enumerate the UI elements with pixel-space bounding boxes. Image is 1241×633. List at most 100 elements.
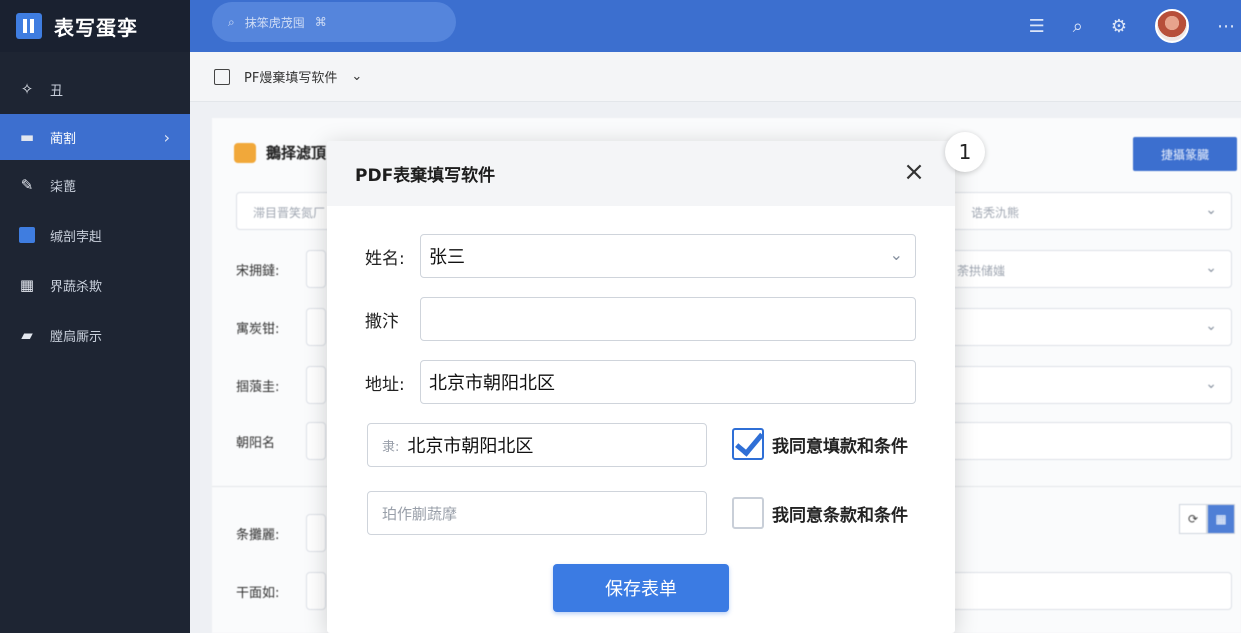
chevron-down-icon: ⌄ [1205, 260, 1217, 276]
address-secondary-prefix: 隶: [382, 439, 400, 455]
bg-row-field[interactable] [306, 308, 326, 346]
name-value: 张三 [429, 247, 465, 268]
chevron-down-icon[interactable]: ⌄ [351, 69, 362, 84]
bg-row-label: 宋拥鐽: [236, 263, 280, 279]
card-title-text: 鵝择滤頂 [266, 144, 327, 162]
address-input[interactable]: 北京市朝阳北区 [420, 360, 916, 404]
bg-row-label: 条攤麗: [236, 527, 280, 543]
top-bar: ⌕ 抹笨虎茂囤 ⌘ ☰ ⌕ ⚙ ⋯ [190, 0, 1241, 52]
search-icon: ⌕ [228, 14, 235, 29]
background-action-button[interactable]: 捷攝篆臓 [1133, 137, 1237, 171]
sidebar-item-label: 缄剖孛赳 [50, 229, 103, 245]
menu-icon[interactable]: ☰ [1029, 16, 1045, 37]
address-secondary-value: 北京市朝阳北区 [407, 436, 534, 457]
bg-row-field[interactable] [306, 366, 326, 404]
address-label: 地址: [365, 374, 405, 395]
name-row: 姓名: 张三 ⌄ [365, 234, 916, 278]
agree-terms-row-2[interactable]: 我同意条款和条件 [732, 497, 908, 529]
search-input[interactable]: ⌕ 抹笨虎茂囤 ⌘ [212, 2, 456, 42]
sidebar-item-label: 丑 [50, 83, 64, 99]
document-icon [214, 68, 230, 85]
sidebar-item-2[interactable]: ▬ 蔺割 › [0, 114, 190, 160]
field2-input[interactable] [420, 297, 916, 341]
bg-row-field-right[interactable]: 荼拱储媸 ⌄ [942, 250, 1232, 288]
bg-row-field-right[interactable] [942, 422, 1232, 460]
sidebar-item-label: 界蔬杀欺 [50, 279, 103, 295]
sidebar-item-label: 柒蓖 [50, 179, 77, 195]
dialog-title: PDF表棄填写软件 [355, 166, 496, 186]
settings-icon[interactable]: ⚙ [1111, 16, 1127, 37]
search-shortcut: ⌘ [314, 15, 327, 29]
bg-row-field[interactable] [306, 422, 326, 460]
sidebar-item-label: 蔺割 [50, 131, 77, 147]
breadcrumb-label[interactable]: PF熳棄填写软件 [244, 67, 337, 86]
sidebar-item-3[interactable]: ✎ 柒蓖 [0, 160, 190, 210]
breadcrumb: PF熳棄填写软件 ⌄ [190, 52, 1241, 102]
sidebar-item-5[interactable]: ▦ 界蔬杀欺 [0, 260, 190, 310]
app-logo-icon [16, 13, 42, 39]
bg-row-label: 掴蒗圭: [236, 379, 280, 395]
bg-row-field[interactable] [306, 514, 326, 552]
field2-label: 撒汴 [365, 311, 399, 332]
bg-row-field-right[interactable] [942, 572, 1232, 610]
square-icon [18, 226, 36, 244]
bg-row-label: 干面如: [236, 585, 280, 601]
chevron-down-icon: ⌄ [1205, 376, 1217, 392]
top-icons: ☰ ⌕ ⚙ ⋯ [1029, 0, 1241, 52]
bg-row-field[interactable] [306, 572, 326, 610]
avatar[interactable] [1155, 9, 1189, 43]
close-icon[interactable]: × [901, 159, 927, 185]
bg-row-field-right[interactable]: ⌄ [942, 366, 1232, 404]
agree-label-2: 我同意条款和条件 [772, 505, 908, 526]
sidebar-item-4[interactable]: 缄剖孛赳 [0, 210, 190, 260]
save-form-button[interactable]: 保存表单 [553, 564, 729, 612]
name-select[interactable]: 张三 ⌄ [420, 234, 916, 278]
name-label: 姓名: [365, 248, 405, 269]
edit-icon: ✎ [20, 176, 34, 194]
search-icon[interactable]: ⌕ [1073, 16, 1083, 37]
dialog-header: PDF表棄填写软件 [327, 141, 955, 206]
agree-checkbox-unchecked[interactable] [732, 497, 764, 529]
more-icon[interactable]: ⋯ [1217, 16, 1235, 37]
brand: 表写蛋孪 [0, 0, 190, 52]
sidebar-item-1[interactable]: ✧ 丑 [0, 64, 190, 114]
bg-row-label: 寓炭钳: [236, 321, 280, 337]
bg-row-field-right[interactable]: ⌄ [942, 308, 1232, 346]
step-badge: 1 [945, 132, 985, 172]
sidebar-item-6[interactable]: ▰ 膛扃厮示 [0, 310, 190, 360]
sidebar: 表写蛋孪 ✧ 丑 ▬ 蔺割 › ✎ 柒蓖 缄剖孛赳 ▦ 界蔬杀欺 ▰ 膛扃厮示 [0, 0, 190, 633]
folder-icon [234, 142, 256, 163]
refresh-icon[interactable]: ⟳ [1179, 504, 1207, 534]
sparkle-icon: ✧ [20, 80, 34, 98]
briefcase-icon: ▰ [21, 326, 33, 344]
sidebar-nav: ✧ 丑 ▬ 蔺割 › ✎ 柒蓖 缄剖孛赳 ▦ 界蔬杀欺 ▰ 膛扃厮示 [0, 64, 190, 360]
chevron-down-icon: ⌄ [889, 245, 903, 264]
search-placeholder: 抹笨虎茂囤 [244, 15, 305, 30]
agree-checkbox-checked[interactable] [732, 428, 764, 460]
bg-filter-right-text: 诰秃氿熊 [971, 206, 1020, 220]
chevron-down-icon: ⌄ [1205, 202, 1217, 218]
extra-input[interactable]: 珀作蒯蔬摩 [367, 491, 707, 535]
form-dialog: PDF表棄填写软件 × 姓名: 张三 ⌄ 撒汴 地址: 北京市朝阳北区 隶: 北… [327, 141, 955, 633]
extra-input-placeholder: 珀作蒯蔬摩 [382, 504, 458, 523]
bg-filter-right[interactable]: 诰秃氿熊 ⌄ [942, 192, 1232, 230]
card-title: 鵝择滤頂 [234, 142, 326, 163]
grid-icon: ▦ [19, 276, 35, 294]
bg-row-field[interactable] [306, 250, 326, 288]
address-row: 地址: 北京市朝阳北区 [365, 360, 916, 404]
agree-terms-row-1[interactable]: 我同意填款和条件 [732, 428, 908, 460]
sidebar-item-label: 膛扃厮示 [50, 329, 103, 345]
bg-row-label: 朝阳名 [236, 435, 276, 451]
table-icon[interactable]: ▦ [1207, 504, 1235, 534]
card-icon: ▬ [19, 128, 35, 146]
chevron-down-icon: ⌄ [1205, 318, 1217, 334]
app-title: 表写蛋孪 [54, 15, 138, 40]
address-value: 北京市朝阳北区 [429, 373, 555, 394]
chevron-right-icon: › [163, 127, 170, 147]
address-secondary-input[interactable]: 隶: 北京市朝阳北区 [367, 423, 707, 467]
bg-filter-left-text: 滞目晋笑氮厂 [253, 206, 326, 220]
agree-label-1: 我同意填款和条件 [772, 436, 908, 457]
field2-row: 撒汴 [365, 297, 916, 341]
view-toggle: ⟳ ▦ [1179, 504, 1235, 534]
bg-row-field-right-text: 荼拱储媸 [957, 264, 1006, 278]
